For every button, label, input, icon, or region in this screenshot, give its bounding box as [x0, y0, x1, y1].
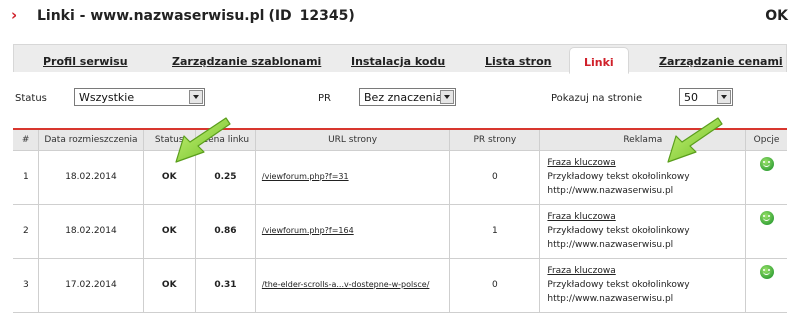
row-price: 0.31 — [194, 258, 256, 313]
row-date: 17.02.2014 — [38, 258, 144, 313]
green-arrow-icon — [175, 117, 231, 163]
page-id-value: 12345) — [299, 8, 355, 24]
pr-filter-label: PR — [318, 93, 331, 104]
smiley-icon[interactable] — [759, 156, 774, 171]
chevron-right-icon[interactable]: › — [11, 6, 17, 24]
chevron-down-icon[interactable] — [440, 90, 454, 104]
status-filter-label: Status — [15, 93, 47, 104]
smiley-icon[interactable] — [759, 264, 774, 279]
table-row: 2 18.02.2014 OK 0.86 /viewforum.php?f=16… — [13, 204, 787, 259]
ad-title-link[interactable]: Fraza kluczowa — [547, 210, 745, 224]
ad-text: Przykładowy tekst okołolinkowy — [547, 280, 690, 290]
tab-profil-serwisu[interactable]: Profil serwisu — [43, 55, 128, 68]
ad-url: http://www.nazwaserwisu.pl — [547, 294, 674, 304]
col-header-url[interactable]: URL strony — [254, 128, 450, 151]
col-header-date[interactable]: Data rozmieszczenia — [38, 128, 144, 151]
status-select[interactable]: Wszystkie — [74, 88, 205, 106]
pr-select-value: Bez znaczenia — [364, 91, 443, 104]
row-pr: 1 — [449, 204, 540, 259]
green-arrow-icon — [667, 117, 723, 163]
smiley-icon[interactable] — [759, 210, 774, 225]
table-row: 3 17.02.2014 OK 0.31 /the-elder-scrolls-… — [13, 258, 787, 313]
tab-zarzadzanie-cenami[interactable]: Zarządzanie cenami — [659, 55, 783, 68]
top-bar: › Linki - www.nazwaserwisu.pl (ID 12345) O… — [0, 0, 800, 34]
tab-linki[interactable]: Linki — [569, 47, 629, 74]
tab-lista-stron[interactable]: Lista stron — [485, 55, 551, 68]
ok-button[interactable]: OK — [765, 8, 788, 24]
ad-title-link[interactable]: Fraza kluczowa — [547, 264, 745, 278]
row-pr: 0 — [449, 258, 540, 313]
ad-text: Przykładowy tekst okołolinkowy — [547, 226, 690, 236]
tab-instalacja-kodu[interactable]: Instalacja kodu — [351, 55, 445, 68]
col-header-num[interactable]: # — [13, 128, 39, 151]
per-page-select-value: 50 — [684, 91, 698, 104]
row-ad: Fraza kluczowa Przykładowy tekst okołoli… — [539, 204, 746, 259]
per-page-label: Pokazuj na stronie — [551, 93, 643, 104]
chevron-down-icon[interactable] — [189, 90, 203, 104]
row-price: 0.86 — [194, 204, 256, 259]
page-title-text: Linki - www.nazwaserwisu.pl — [37, 8, 265, 24]
col-header-options: Opcje — [745, 128, 787, 151]
row-date: 18.02.2014 — [38, 150, 144, 205]
pr-select[interactable]: Bez znaczenia — [359, 88, 456, 106]
row-pr: 0 — [449, 150, 540, 205]
ad-url: http://www.nazwaserwisu.pl — [547, 186, 674, 196]
tab-zarzadzanie-szablonami[interactable]: Zarządzanie szablonami — [172, 55, 321, 68]
ad-text: Przykładowy tekst okołolinkowy — [547, 172, 690, 182]
ad-url: http://www.nazwaserwisu.pl — [547, 240, 674, 250]
row-ad: Fraza kluczowa Przykładowy tekst okołoli… — [539, 258, 746, 313]
status-select-value: Wszystkie — [79, 91, 135, 104]
chevron-down-icon[interactable] — [717, 90, 731, 104]
row-url-link[interactable]: /viewforum.php?f=164 — [262, 226, 354, 235]
page-title: Linki - www.nazwaserwisu.pl (ID 12345) — [37, 8, 355, 24]
row-number: 2 — [13, 204, 39, 259]
per-page-select[interactable]: 50 — [679, 88, 733, 106]
row-status: OK — [142, 258, 196, 313]
page-id-label: (ID — [268, 8, 292, 24]
row-url-link[interactable]: /viewforum.php?f=31 — [262, 172, 349, 181]
col-header-pr[interactable]: PR strony — [449, 128, 540, 151]
row-status: OK — [142, 204, 196, 259]
row-url-link[interactable]: /the-elder-scrolls-a...v-dostepne-w-pols… — [262, 280, 430, 289]
tab-bar: Profil serwisu Zarządzanie szablonami In… — [13, 44, 787, 74]
row-number: 3 — [13, 258, 39, 313]
row-date: 18.02.2014 — [38, 204, 144, 259]
row-number: 1 — [13, 150, 39, 205]
